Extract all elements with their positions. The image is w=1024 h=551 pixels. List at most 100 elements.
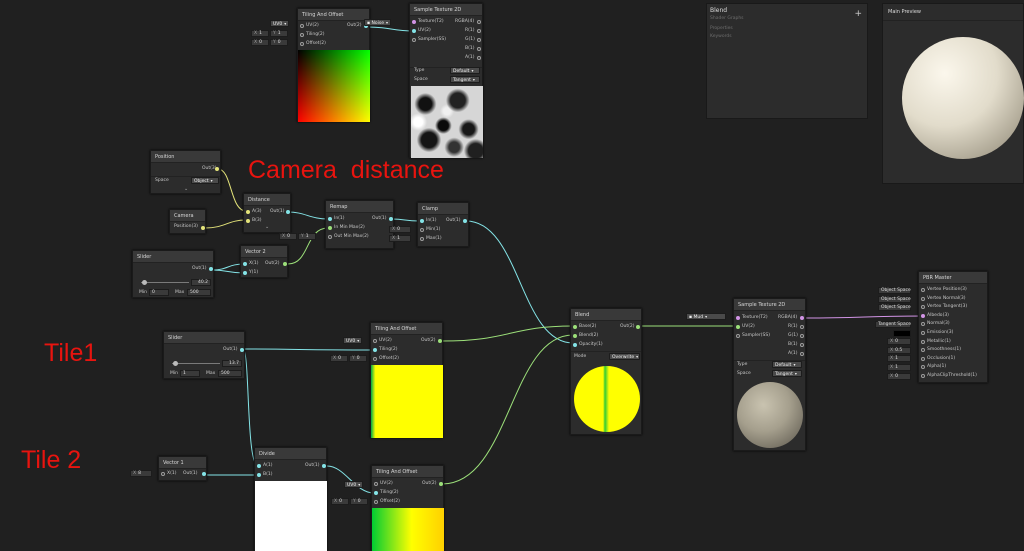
alpha-field[interactable]: X1 [887, 364, 911, 371]
y-input-port[interactable] [243, 271, 247, 275]
g-port[interactable] [800, 334, 804, 338]
pbr-input-row[interactable]: Occlusion(1) [919, 356, 989, 364]
blend-node[interactable]: Blend Base(2) Blend(2) Opacity(1) Out(2)… [570, 308, 642, 435]
pbr-input-port[interactable] [921, 322, 925, 327]
out-port[interactable] [209, 267, 213, 271]
pbr-input-row[interactable]: Vertex Tangent(3) [919, 304, 989, 312]
a-input-port[interactable] [257, 464, 261, 468]
g-port[interactable] [477, 38, 481, 42]
pbr-input-port[interactable] [921, 288, 925, 292]
sample-texture-node-mid[interactable]: Sample Texture 2D Texture(T2) UV(2) Samp… [733, 298, 806, 451]
pbr-input-port[interactable] [921, 348, 925, 353]
vector2-node[interactable]: Vector 2 X(1) Y(1) Out(2) [240, 245, 288, 278]
out-port[interactable] [286, 210, 290, 214]
max-field[interactable]: 500 [218, 370, 242, 377]
slider-value-field[interactable]: 13.7 [222, 360, 242, 367]
x-input-port[interactable] [161, 472, 165, 476]
b-input-port[interactable] [257, 473, 261, 477]
pbr-master-node[interactable]: PBR Master Vertex Position(3) Vertex Norm… [918, 271, 988, 383]
type-dropdown[interactable]: Default [450, 67, 480, 74]
x-input-port[interactable] [243, 262, 247, 266]
pbr-input-port[interactable] [921, 339, 925, 344]
slider-node-top[interactable]: Slider Out(1) 40.2 Min 0 Max 500 [132, 250, 214, 298]
out-port[interactable] [439, 482, 443, 486]
in-input-port[interactable] [328, 217, 332, 221]
a-port[interactable] [800, 352, 804, 356]
type-dropdown[interactable]: Default [772, 361, 802, 368]
slider-knob[interactable] [142, 280, 147, 285]
clamp-min-field[interactable]: X0 [389, 226, 411, 233]
tiling-input-port[interactable] [373, 348, 377, 352]
slider-node-mid[interactable]: Slider Out(1) 13.7 Min 1 Max 500 [163, 331, 245, 379]
max-input-port[interactable] [420, 237, 424, 241]
mud-property-node[interactable]: ▪ Mud [686, 313, 726, 320]
offset-input-port[interactable] [374, 500, 378, 504]
tiling-input-port[interactable] [300, 33, 304, 37]
out-port[interactable] [636, 325, 640, 329]
tiling-input-port[interactable] [374, 491, 378, 495]
vector1-x-field[interactable]: X8 [130, 470, 152, 477]
tiling-offset-node-mid[interactable]: Tiling And Offset UV(2) Tiling(2) Offset… [370, 322, 443, 438]
pbr-input-port[interactable] [921, 356, 925, 361]
distance-node[interactable]: Distance A(3) B(3) Out(1) ⌄ [243, 193, 291, 233]
noise-property-node[interactable]: ▪ Noise [364, 19, 391, 26]
remap-node[interactable]: Remap In(1) In Min Max(2) Out Min Max(2)… [325, 200, 394, 249]
sampler-input-port[interactable] [736, 334, 740, 338]
vertex-normal-space-field[interactable]: Object Space [878, 296, 911, 303]
pbr-input-row[interactable]: Alpha(1) [919, 364, 989, 372]
uv-input-port[interactable] [373, 339, 377, 343]
offset-x-field[interactable]: X0 [331, 498, 349, 505]
smoothness-field[interactable]: X 0.5 [887, 347, 911, 354]
collapse-chevron-icon[interactable]: ⌄ [184, 186, 188, 192]
pbr-input-row[interactable]: Smoothness(1) [919, 347, 989, 355]
base-input-port[interactable] [573, 325, 577, 329]
out-port[interactable] [240, 348, 244, 352]
vertex-tangent-space-field[interactable]: Object Space [878, 304, 911, 311]
out-port[interactable] [283, 262, 287, 266]
slider-value-field[interactable]: 40.2 [191, 279, 211, 286]
out-port[interactable] [463, 219, 467, 223]
pbr-input-port[interactable] [921, 365, 925, 370]
offset-y-field[interactable]: Y0 [350, 498, 368, 505]
offset-input-port[interactable] [300, 42, 304, 46]
out-min-max-x-field[interactable]: X0 [279, 233, 297, 240]
b-port[interactable] [477, 47, 481, 51]
mode-dropdown[interactable]: Overwrite [609, 353, 640, 360]
properties-section[interactable]: Properties [710, 26, 733, 31]
pbr-input-port[interactable] [921, 296, 925, 301]
out-port[interactable] [389, 217, 393, 221]
keywords-section[interactable]: Keywords [710, 34, 732, 39]
out-port[interactable] [322, 464, 326, 468]
pbr-input-port[interactable] [921, 374, 925, 378]
b-port[interactable] [800, 343, 804, 347]
vector1-node[interactable]: Vector 1 X(1) Out(1) [158, 456, 207, 481]
a-input-port[interactable] [246, 210, 250, 214]
sample-texture-node-top[interactable]: Sample Texture 2D Texture(T2) UV(2) Samp… [409, 3, 483, 158]
uv-input-port[interactable] [736, 325, 740, 329]
pbr-input-row[interactable]: Metallic(1) [919, 339, 989, 347]
pbr-input-row[interactable]: Normal(3) [919, 321, 989, 329]
pbr-input-row[interactable]: Vertex Position(3) [919, 287, 989, 295]
max-field[interactable]: 500 [187, 289, 211, 296]
camera-node[interactable]: Camera Position(3) [169, 209, 206, 234]
a-port[interactable] [477, 56, 481, 60]
min-field[interactable]: 0 [149, 289, 169, 296]
space-dropdown[interactable]: Tangent [772, 370, 802, 377]
position-out-port[interactable] [201, 226, 205, 230]
metallic-field[interactable]: X0 [887, 338, 911, 345]
r-port[interactable] [800, 325, 804, 329]
pbr-input-row[interactable]: AlphaClipThreshold(1) [919, 373, 989, 381]
r-port[interactable] [477, 29, 481, 33]
space-dropdown[interactable]: Tangent [450, 76, 480, 83]
alpha-clip-field[interactable]: X0 [887, 373, 911, 380]
out-port[interactable] [202, 472, 206, 476]
texture-input-port[interactable] [736, 316, 740, 320]
slider-track[interactable] [172, 363, 220, 364]
pbr-input-port[interactable] [921, 331, 925, 335]
uv-channel-dropdown[interactable]: UV0 [343, 337, 363, 344]
out-port[interactable] [215, 167, 219, 171]
out-min-max-port[interactable] [328, 235, 332, 239]
rgba-port[interactable] [800, 316, 804, 320]
pbr-input-row[interactable]: Vertex Normal(3) [919, 296, 989, 304]
collapse-chevron-icon[interactable]: ⌄ [265, 224, 269, 230]
